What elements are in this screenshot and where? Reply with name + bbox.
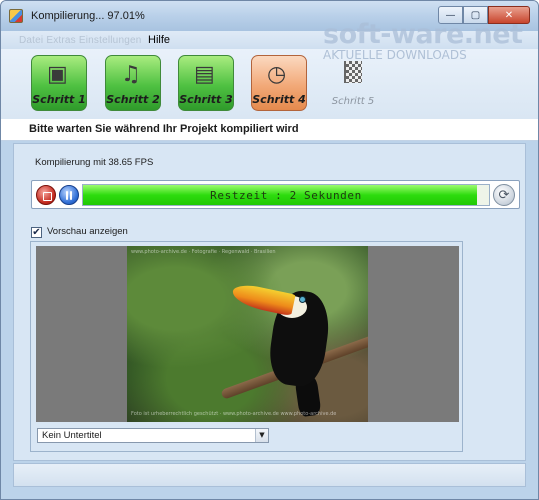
step-1-button[interactable]: ▣ Schritt 1 [31, 55, 87, 111]
step-5-button: Schritt 5 [325, 55, 381, 111]
progress-toolbar: Restzeit : 2 Sekunden ⟳ [31, 180, 520, 209]
preview-image: www.photo-archive.de · Fotografie · Rege… [127, 246, 368, 422]
preview-area: www.photo-archive.de · Fotografie · Rege… [36, 246, 459, 422]
compile-panel: Kompilierung mit 38.65 FPS Restzeit : 2 … [13, 143, 526, 461]
preview-caption-top: www.photo-archive.de · Fotografie · Rege… [131, 249, 276, 255]
instruction-header: Bitte warten Sie während Ihr Projekt kom… [1, 119, 538, 141]
stop-button[interactable] [36, 185, 56, 205]
menu-disabled-items: Datei Extras Einstellungen [19, 35, 142, 46]
step-2-button[interactable]: ♫ Schritt 2 [105, 55, 161, 111]
menu-help[interactable]: Hilfe [148, 34, 170, 46]
step-4-button[interactable]: ◷ Schritt 4 [251, 55, 307, 111]
step-label: Schritt 1 [32, 93, 86, 106]
checkered-flag-icon [344, 61, 362, 83]
progress-bar: Restzeit : 2 Sekunden [82, 184, 490, 206]
watermark-tagline: AKTUELLE DOWNLOADS [323, 48, 467, 62]
refresh-icon[interactable]: ⟳ [493, 184, 515, 206]
monitor-icon: ▤ [194, 62, 215, 87]
step-label: Schritt 3 [179, 93, 233, 106]
preview-group: www.photo-archive.de · Fotografie · Rege… [30, 241, 463, 452]
step-label: Schritt 4 [252, 93, 306, 106]
photos-icon: ▣ [47, 62, 68, 87]
preview-checkbox-label[interactable]: Vorschau anzeigen [47, 226, 128, 237]
chevron-down-icon[interactable]: ▼ [255, 429, 268, 442]
remaining-time-text: Restzeit : 2 Sekunden [210, 189, 362, 202]
toucan-beak [230, 281, 296, 317]
status-strip [13, 463, 526, 487]
clock-icon: ◷ [267, 62, 287, 87]
fps-status: Kompilierung mit 38.65 FPS [35, 157, 154, 168]
step-label: Schritt 5 [331, 96, 375, 107]
toucan-eye [299, 296, 306, 303]
pause-button[interactable] [59, 185, 79, 205]
preview-caption-bottom: Foto ist urheberrechtlich geschützt · ww… [131, 411, 337, 417]
subtitle-select[interactable]: Kein Untertitel ▼ [37, 428, 269, 443]
subtitle-select-value: Kein Untertitel [42, 430, 102, 441]
step-label: Schritt 2 [106, 93, 160, 106]
window-title: Kompilierung... 97.01% [31, 10, 145, 22]
app-icon [9, 9, 23, 23]
music-icon: ♫ [121, 62, 141, 87]
watermark-logo: soft-ware.net [323, 19, 523, 50]
watermark: soft-ware.net AKTUELLE DOWNLOADS [323, 19, 533, 62]
instruction-text: Bitte warten Sie während Ihr Projekt kom… [29, 123, 299, 135]
step-3-button[interactable]: ▤ Schritt 3 [178, 55, 234, 111]
compile-window: Kompilierung... 97.01% — ▢ ✕ Datei Extra… [0, 0, 539, 500]
preview-checkbox[interactable]: ✔ [31, 227, 42, 238]
